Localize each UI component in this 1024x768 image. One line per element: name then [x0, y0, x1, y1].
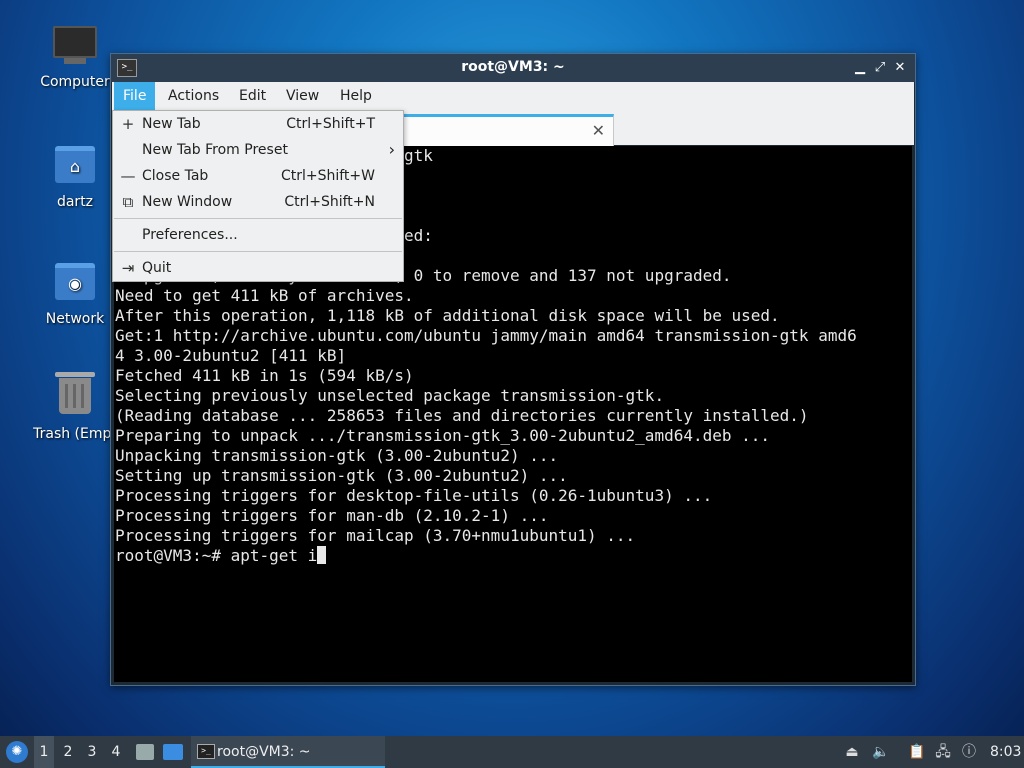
terminal-line: (Reading database ... 258653 files and d… — [115, 406, 809, 425]
terminal-line: 4 3.00-2ubuntu2 [411 kB] — [115, 346, 347, 365]
minimize-icon[interactable]: ▁ — [851, 59, 869, 77]
start-menu-icon[interactable]: ✺ — [6, 741, 28, 763]
menu-edit[interactable]: Edit — [230, 82, 275, 111]
terminal-line: After this operation, 1,118 kB of additi… — [115, 306, 780, 325]
window-titlebar[interactable]: >_ root@VM3: ~ ▁ ⤢ ✕ — [111, 54, 915, 82]
workspace-2[interactable]: 2 — [58, 736, 78, 768]
menu-view[interactable]: View — [277, 82, 328, 111]
menu-actions[interactable]: Actions — [159, 82, 228, 111]
taskbar: ✺ 1 2 3 4 >_ root@VM3: ~ ⏏ 🔈 📋 🖧 ⓘ 8:03 — [0, 736, 1024, 768]
terminal-task-icon: >_ — [197, 744, 215, 759]
taskbar-task-terminal[interactable]: >_ root@VM3: ~ — [191, 736, 385, 768]
clock[interactable]: 8:03 — [990, 736, 1021, 768]
plus-icon: + — [121, 115, 135, 133]
terminal-prompt: root@VM3:~# — [115, 546, 231, 565]
menu-separator — [114, 251, 402, 252]
notification-icon[interactable]: ⓘ — [961, 744, 977, 760]
menu-item-label: Quit — [142, 260, 172, 276]
menu-item-label: Close Tab — [142, 168, 209, 184]
terminal-cursor — [317, 546, 327, 564]
file-manager-launcher-icon[interactable] — [136, 744, 154, 760]
workspace-3[interactable]: 3 — [82, 736, 102, 768]
close-icon[interactable]: ✕ — [891, 59, 909, 77]
terminal-line: Processing triggers for man-db (2.10.2-1… — [115, 506, 549, 525]
menu-item-label: Preferences... — [142, 227, 238, 243]
file-menu-dropdown: + New Tab Ctrl+Shift+T New Tab From Pres… — [112, 110, 404, 282]
eject-icon[interactable]: ⏏ — [844, 744, 860, 760]
task-label: root@VM3: ~ — [217, 744, 311, 760]
menu-item-shortcut: Ctrl+Shift+W — [280, 168, 375, 184]
workspace-1[interactable]: 1 — [34, 736, 54, 768]
menu-file[interactable]: File — [114, 82, 156, 111]
terminal-line: Preparing to unpack .../transmission-gtk… — [115, 426, 771, 445]
terminal-input[interactable]: apt-get i — [231, 546, 318, 565]
menu-item-quit[interactable]: ⇥ Quit — [113, 255, 403, 281]
volume-icon[interactable]: 🔈 — [872, 744, 889, 760]
terminal-line: Processing triggers for desktop-file-uti… — [115, 486, 713, 505]
menu-item-label: New Tab — [142, 116, 201, 132]
menu-item-label: New Tab From Preset — [142, 142, 288, 158]
menubar: File Actions Edit View Help — [112, 82, 914, 111]
new-window-icon: ⧉ — [122, 193, 134, 211]
minus-icon: — — [120, 167, 136, 185]
menu-item-shortcut: Ctrl+Shift+T — [286, 116, 375, 132]
home-folder-icon: ⌂ — [53, 146, 97, 190]
terminal-line: Setting up transmission-gtk (3.00-2ubunt… — [115, 466, 568, 485]
network-folder-icon: ◉ — [53, 263, 97, 307]
quit-icon: ⇥ — [121, 259, 135, 277]
network-icon[interactable]: 🖧 — [935, 744, 951, 760]
terminal-line: Selecting previously unselected package … — [115, 386, 665, 405]
terminal-line: Need to get 411 kB of archives. — [115, 286, 414, 305]
tab-close-icon[interactable]: ✕ — [592, 121, 605, 140]
menu-item-new-window[interactable]: ⧉ New Window Ctrl+Shift+N — [113, 189, 403, 215]
terminal-line: Get:1 http://archive.ubuntu.com/ubuntu j… — [115, 326, 857, 345]
menu-separator — [114, 218, 402, 219]
workspace-4[interactable]: 4 — [106, 736, 126, 768]
menu-item-shortcut: Ctrl+Shift+N — [284, 194, 375, 210]
computer-icon — [53, 26, 97, 70]
terminal-line: Processing triggers for mailcap (3.70+nm… — [115, 526, 636, 545]
menu-item-new-tab[interactable]: + New Tab Ctrl+Shift+T — [113, 111, 403, 137]
menu-item-close-tab[interactable]: — Close Tab Ctrl+Shift+W — [113, 163, 403, 189]
show-desktop-icon[interactable] — [163, 744, 183, 760]
maximize-icon[interactable]: ⤢ — [871, 59, 889, 77]
menu-item-new-tab-from-preset[interactable]: New Tab From Preset › — [113, 137, 403, 163]
menu-item-preferences[interactable]: Preferences... — [113, 222, 403, 248]
window-title: root@VM3: ~ — [461, 59, 565, 75]
clipboard-icon[interactable]: 📋 — [908, 744, 925, 760]
terminal-line: Fetched 411 kB in 1s (594 kB/s) — [115, 366, 414, 385]
menu-item-label: New Window — [142, 194, 233, 210]
chevron-right-icon: › — [388, 140, 395, 159]
terminal-prompt-line[interactable]: root@VM3:~# apt-get i — [115, 546, 912, 566]
menu-help[interactable]: Help — [331, 82, 381, 111]
terminal-line: Unpacking transmission-gtk (3.00-2ubuntu… — [115, 446, 559, 465]
trash-icon — [53, 372, 97, 422]
